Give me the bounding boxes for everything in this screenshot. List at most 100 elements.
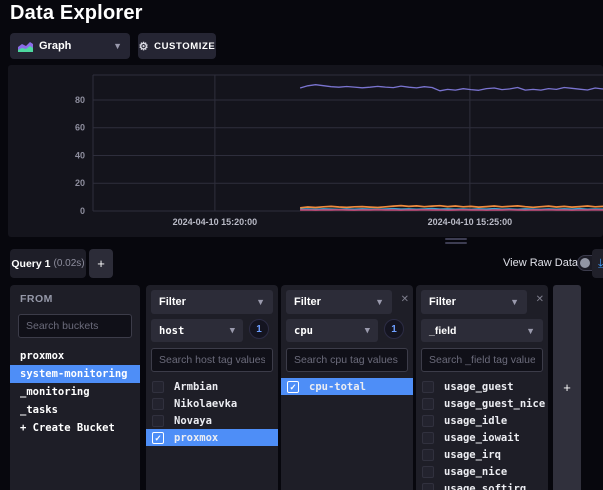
visualization-type-dropdown[interactable]: Graph ▼: [10, 33, 130, 59]
tag-value-row[interactable]: ✓ proxmox: [146, 429, 278, 446]
field-tag-list: usage_guest usage_guest_nice usage_idleusa…: [416, 378, 548, 490]
tag-value-row[interactable]: usage_iowait: [416, 429, 548, 446]
tag-value-row[interactable]: Armbian: [146, 378, 278, 395]
field-tag-search-input[interactable]: [421, 348, 543, 372]
tag-key-label: _field: [429, 324, 457, 337]
page-title: Data Explorer: [10, 2, 143, 24]
tag-value-row[interactable]: usage_softirq: [416, 480, 548, 490]
tag-value-label: usage_idle: [444, 414, 508, 427]
tag-value-label: usage_nice: [444, 465, 508, 478]
tag-value-row[interactable]: Novaya: [146, 412, 278, 429]
filter-type-label: Filter: [294, 296, 321, 308]
filter-card-host: Filter ▼ host ▼ 1 Armbian Nikolaevka Novay…: [146, 285, 278, 490]
tag-value-row[interactable]: usage_idle: [416, 412, 548, 429]
chevron-down-icon: ▼: [526, 325, 535, 336]
checkbox-unchecked[interactable]: [152, 397, 164, 410]
bucket-item[interactable]: proxmox: [10, 347, 140, 365]
filter-card-cpu: Filter ▼ ✕ cpu ▼ 1 ✓ cpu-total: [281, 285, 413, 490]
tag-key-dropdown[interactable]: cpu ▼: [286, 319, 378, 342]
chevron-down-icon: ▼: [510, 297, 519, 307]
filter-type-dropdown[interactable]: Filter ▼: [151, 290, 273, 314]
query-tab[interactable]: Query 1 (0.02s): [10, 249, 86, 278]
selected-count-badge: 1: [384, 319, 404, 339]
svg-text:60: 60: [75, 123, 85, 133]
tag-value-label: Novaya: [174, 414, 212, 427]
tag-value-label: Armbian: [174, 380, 219, 393]
checkbox-unchecked[interactable]: [422, 482, 434, 490]
tag-value-row[interactable]: usage_irq: [416, 446, 548, 463]
close-filter-icon[interactable]: ✕: [536, 294, 544, 305]
checkbox-unchecked[interactable]: [422, 465, 434, 478]
gear-icon: ⚙: [138, 40, 150, 53]
tag-value-label: usage_guest: [444, 380, 514, 393]
from-bucket-card: FROM proxmoxsystem-monitoring_monitoring…: [10, 285, 140, 490]
bucket-item[interactable]: _tasks: [10, 401, 140, 419]
view-raw-data-label: View Raw Data: [503, 257, 578, 269]
checkbox-unchecked[interactable]: [422, 414, 434, 427]
tag-value-label: cpu-total: [309, 380, 366, 393]
download-csv-button[interactable]: ⤓: [592, 249, 603, 278]
from-card-title: FROM: [20, 293, 53, 305]
cpu-tag-search-input[interactable]: [286, 348, 408, 372]
checkbox-checked[interactable]: ✓: [287, 380, 299, 393]
tag-value-label: usage_iowait: [444, 431, 520, 444]
tag-key-label: host: [159, 324, 185, 337]
add-query-button[interactable]: +: [89, 249, 113, 278]
chevron-down-icon: ▼: [256, 297, 265, 307]
checkbox-unchecked[interactable]: [152, 380, 164, 393]
tag-value-row[interactable]: usage_guest_nice: [416, 395, 548, 412]
svg-text:80: 80: [75, 95, 85, 105]
tag-value-row[interactable]: usage_nice: [416, 463, 548, 480]
svg-text:2024-04-10 15:25:00: 2024-04-10 15:25:00: [428, 217, 513, 227]
bucket-item[interactable]: + Create Bucket: [10, 419, 140, 437]
chevron-down-icon: ▼: [364, 325, 370, 336]
tag-value-label: proxmox: [174, 431, 219, 444]
bucket-item[interactable]: system-monitoring: [10, 365, 140, 383]
area-chart-icon: [18, 41, 33, 52]
time-series-chart[interactable]: 0 20 40 60 80 2024-04-10 15:20:00 2024-04-10 1…: [8, 65, 603, 237]
chart-panel: 0 20 40 60 80 2024-04-10 15:20:00 2024-04-10 1…: [8, 65, 603, 237]
filter-type-label: Filter: [429, 296, 456, 308]
chevron-down-icon: ▼: [113, 41, 122, 51]
close-filter-icon[interactable]: ✕: [401, 294, 409, 305]
filter-type-dropdown[interactable]: Filter ▼: [286, 290, 392, 314]
customize-label: CUSTOMIZE: [154, 40, 216, 52]
filter-type-label: Filter: [159, 296, 186, 308]
checkbox-checked[interactable]: ✓: [152, 431, 164, 444]
tag-key-dropdown[interactable]: host ▼: [151, 319, 243, 342]
query-tab-name: Query 1: [11, 257, 51, 270]
add-filter-card-button[interactable]: +: [553, 285, 581, 490]
download-icon: ⤓: [598, 256, 603, 270]
chevron-down-icon: ▼: [375, 297, 384, 307]
customize-button[interactable]: ⚙ CUSTOMIZE: [138, 33, 216, 59]
cpu-tag-list: ✓ cpu-total: [281, 378, 413, 395]
tag-value-row[interactable]: ✓ cpu-total: [281, 378, 413, 395]
bucket-list: proxmox system-monitoring _monitoring _task…: [10, 347, 140, 437]
checkbox-unchecked[interactable]: [422, 448, 434, 461]
tag-value-row[interactable]: usage_guest: [416, 378, 548, 395]
visualization-type-label: Graph: [39, 40, 72, 52]
tag-key-dropdown[interactable]: _field ▼: [421, 319, 543, 342]
tag-value-row[interactable]: Nikolaevka: [146, 395, 278, 412]
tag-value-label: usage_softirq: [444, 482, 527, 490]
toggle-knob: [580, 258, 590, 268]
checkbox-unchecked[interactable]: [152, 414, 164, 427]
svg-text:2024-04-10 15:20:00: 2024-04-10 15:20:00: [173, 217, 258, 227]
svg-text:20: 20: [75, 178, 85, 188]
checkbox-unchecked[interactable]: [422, 380, 434, 393]
tag-value-label: Nikolaevka: [174, 397, 238, 410]
checkbox-unchecked[interactable]: [422, 431, 434, 444]
svg-text:40: 40: [75, 150, 85, 160]
host-tag-list: Armbian Nikolaevka Novaya ✓ proxmox: [146, 378, 278, 446]
bucket-item[interactable]: _monitoring: [10, 383, 140, 401]
svg-text:0: 0: [80, 206, 85, 216]
resize-drag-handle[interactable]: [445, 238, 467, 246]
bucket-search-input[interactable]: [18, 314, 132, 338]
checkbox-unchecked[interactable]: [422, 397, 434, 410]
filter-type-dropdown[interactable]: Filter ▼: [421, 290, 527, 314]
host-tag-search-input[interactable]: [151, 348, 273, 372]
tag-value-label: usage_irq: [444, 448, 501, 461]
selected-count-badge: 1: [249, 319, 269, 339]
filter-card-field: Filter ▼ ✕ _field ▼ usage_guestusage_gue…: [416, 285, 548, 490]
tag-key-label: cpu: [294, 324, 313, 337]
